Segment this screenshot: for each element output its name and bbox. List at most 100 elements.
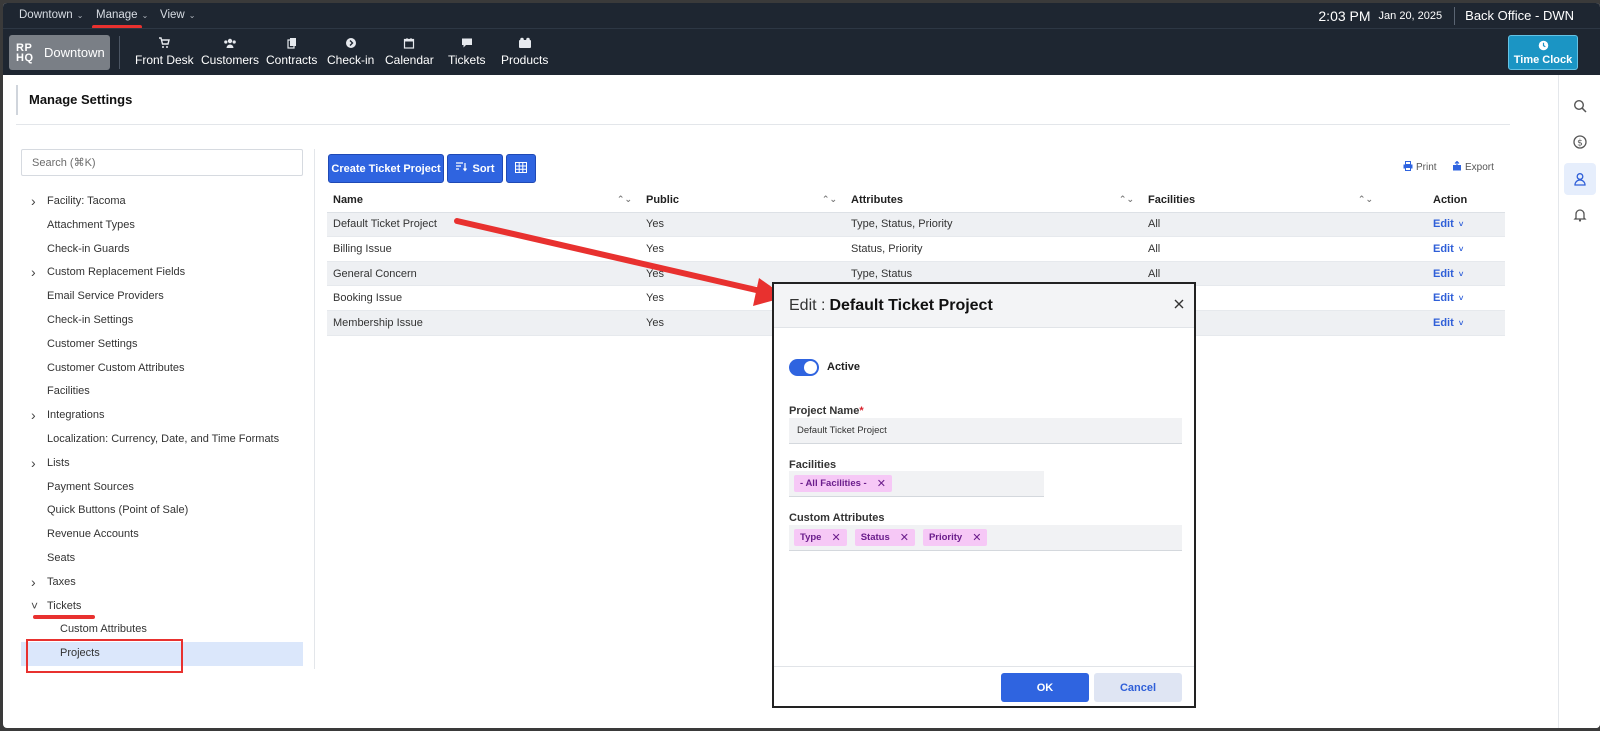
chevron-right-icon[interactable]: ›: [31, 190, 36, 214]
sidebar-item[interactable]: › Integrations: [21, 404, 303, 428]
column-header-facilities[interactable]: Facilities ⌃⌄: [1142, 188, 1381, 212]
nav-customers[interactable]: Customers: [201, 37, 259, 67]
sidebar-item[interactable]: Payment Sources: [21, 476, 303, 500]
column-layout-button[interactable]: [506, 154, 536, 183]
cell-name: Default Ticket Project: [333, 218, 437, 231]
menu-manage[interactable]: Manage ⌄: [96, 9, 148, 21]
sidebar-item[interactable]: Seats: [21, 547, 303, 571]
sidebar-item[interactable]: Customer Settings: [21, 333, 303, 357]
column-header-name[interactable]: Name ⌃⌄: [327, 188, 640, 212]
cell-action: Edit ˅: [1381, 213, 1505, 237]
export-button[interactable]: Export: [1452, 160, 1494, 174]
sidebar-item[interactable]: Quick Buttons (Point of Sale): [21, 499, 303, 523]
close-icon[interactable]: [1174, 296, 1184, 312]
settings-search-input[interactable]: [21, 149, 303, 176]
column-header-public[interactable]: Public ⌃⌄: [640, 188, 845, 212]
sidebar-item[interactable]: › Custom Replacement Fields: [21, 261, 303, 285]
check-in-icon: [345, 37, 357, 53]
divider: [119, 36, 120, 69]
chevron-right-icon[interactable]: ›: [31, 452, 36, 476]
active-label: Active: [827, 361, 861, 373]
attribute-chip: Type ✕: [794, 529, 847, 546]
nav-front-desk[interactable]: Front Desk: [135, 37, 194, 67]
divider: [1454, 6, 1456, 25]
facility-chip: - All Facilities - ✕: [794, 475, 892, 492]
brand-facility-button[interactable]: RP HQ Downtown: [9, 35, 110, 70]
active-toggle[interactable]: [789, 359, 819, 376]
menu-downtown[interactable]: Downtown ⌄: [19, 9, 83, 21]
sidebar-item[interactable]: Customer Custom Attributes: [21, 357, 303, 381]
annotation-underline-tickets: [33, 615, 95, 619]
nav-calendar[interactable]: Calendar: [385, 37, 434, 67]
remove-chip-icon[interactable]: ✕: [900, 531, 909, 544]
nav-contracts[interactable]: Contracts: [266, 37, 317, 67]
cancel-button[interactable]: Cancel: [1094, 673, 1182, 702]
menu-manage-label: Manage: [96, 9, 138, 21]
facilities-multiselect[interactable]: - All Facilities - ✕: [789, 471, 1044, 497]
nav-calendar-label: Calendar: [385, 53, 434, 67]
time-clock-button[interactable]: Time Clock: [1508, 35, 1578, 70]
table-row[interactable]: Billing Issue Yes Status, Priority All Edit ˅: [327, 237, 1505, 262]
edit-button[interactable]: Edit ˅: [1433, 292, 1463, 304]
sidebar-item-label: Customer Settings: [47, 337, 138, 350]
custom-attributes-multiselect[interactable]: Type ✕ Status ✕ Priority ✕: [789, 525, 1182, 551]
edit-button[interactable]: Edit ˅: [1433, 268, 1463, 280]
nav-products[interactable]: Products: [501, 37, 548, 67]
print-button[interactable]: Print: [1403, 161, 1437, 174]
attribute-chip: Priority ✕: [922, 529, 988, 546]
sidebar-item[interactable]: Localization: Currency, Date, and Time F…: [21, 428, 303, 452]
table-row[interactable]: Default Ticket Project Yes Type, Status, P…: [327, 212, 1505, 238]
annotation-box-projects: [26, 639, 183, 673]
edit-button[interactable]: Edit ˅: [1433, 243, 1463, 255]
sidebar-item[interactable]: Revenue Accounts: [21, 523, 303, 547]
sidebar-item-label: Custom Replacement Fields: [47, 266, 186, 279]
export-label: Export: [1465, 162, 1494, 173]
sidebar-item-label: Tickets: [47, 599, 82, 612]
nav-tickets-label: Tickets: [448, 53, 486, 67]
chevron-down-icon[interactable]: ˅: [1459, 270, 1464, 279]
status-area: 2:03 PM Jan 20, 2025 Back Office - DWN: [1318, 3, 1600, 28]
office-selector[interactable]: Back Office - DWN: [1465, 8, 1574, 23]
sidebar-item[interactable]: Attachment Types: [21, 214, 303, 238]
project-name-label: Project Name*: [789, 405, 864, 417]
ok-button[interactable]: OK: [1001, 673, 1089, 702]
svg-text:$: $: [1577, 138, 1583, 148]
chevron-right-icon[interactable]: ›: [31, 261, 36, 285]
nav-check-in-label: Check-in: [327, 53, 375, 67]
remove-chip-icon[interactable]: ✕: [972, 531, 981, 544]
menu-view[interactable]: View ⌄: [160, 9, 195, 21]
cell-facilities: All: [1148, 218, 1161, 231]
project-name-field[interactable]: Default Ticket Project: [789, 418, 1182, 444]
chevron-down-icon[interactable]: ˅: [1459, 294, 1464, 303]
nav-check-in[interactable]: Check-in: [327, 37, 374, 67]
chevron-right-icon[interactable]: ›: [31, 571, 36, 595]
chevron-right-icon[interactable]: ›: [31, 404, 36, 428]
chevron-down-icon[interactable]: ˅: [1459, 319, 1464, 328]
sidebar-item[interactable]: › Lists: [21, 452, 303, 476]
edit-button[interactable]: Edit ˅: [1433, 218, 1463, 230]
dollar-icon[interactable]: $: [1564, 126, 1596, 158]
remove-chip-icon[interactable]: ✕: [831, 531, 840, 544]
chevron-down-icon[interactable]: ˅: [1459, 220, 1464, 229]
sidebar-item[interactable]: Email Service Providers: [21, 285, 303, 309]
chevron-down-icon[interactable]: ˅: [1459, 245, 1464, 254]
nav-front-desk-label: Front Desk: [135, 53, 194, 67]
search-icon[interactable]: [1564, 90, 1596, 122]
sidebar-item[interactable]: › Taxes: [21, 571, 303, 595]
edit-button[interactable]: Edit ˅: [1433, 317, 1463, 329]
create-ticket-project-button[interactable]: Create Ticket Project: [328, 154, 444, 183]
nav-tickets[interactable]: Tickets: [448, 37, 486, 67]
sort-button[interactable]: Sort: [447, 154, 503, 183]
main-nav: RP HQ Downtown Front Desk Customers Cont…: [3, 28, 1600, 75]
bell-icon[interactable]: [1564, 199, 1596, 231]
remove-chip-icon[interactable]: ✕: [877, 477, 886, 490]
sidebar-item[interactable]: Facilities: [21, 380, 303, 404]
export-icon: [1452, 160, 1462, 174]
sidebar-item[interactable]: Check-in Settings: [21, 309, 303, 333]
column-header-action: Action: [1433, 193, 1468, 206]
sidebar-item[interactable]: Check-in Guards: [21, 238, 303, 262]
dialog-title: Default Ticket Project: [829, 296, 993, 314]
column-header-attributes[interactable]: Attributes ⌃⌄: [845, 188, 1142, 212]
user-icon[interactable]: [1564, 163, 1596, 195]
sidebar-item[interactable]: › Facility: Tacoma: [21, 190, 303, 214]
